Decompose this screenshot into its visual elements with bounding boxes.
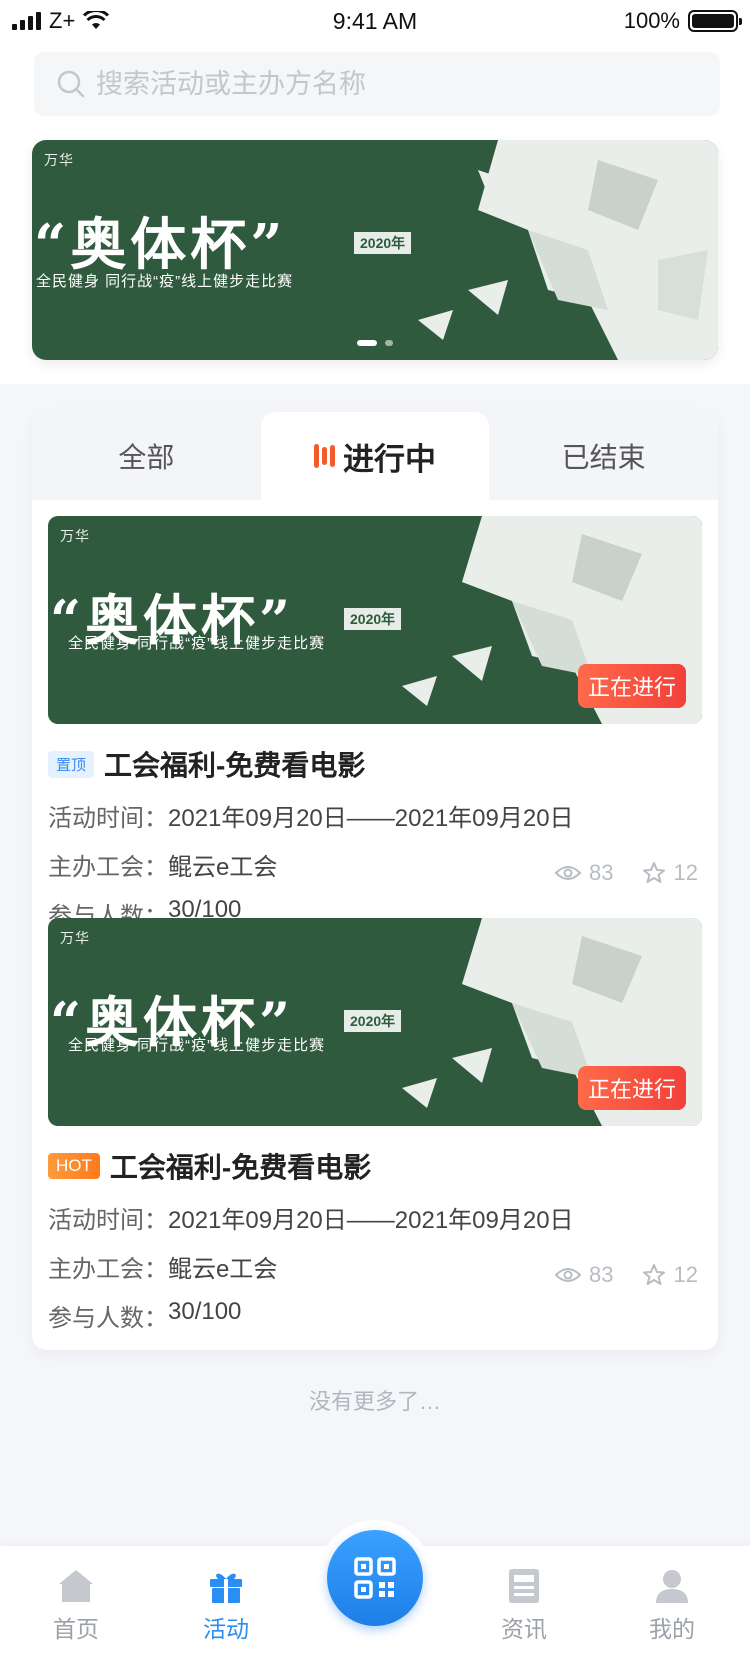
banner-logo: 万华 xyxy=(44,152,74,168)
activity-year: 2020年 xyxy=(344,608,402,630)
battery-percent: 100% xyxy=(623,8,680,33)
views-count: 83 xyxy=(589,1262,614,1287)
activity-time-value: 2021年09月20日——2021年09月20日 xyxy=(168,1207,574,1234)
activity-stats: 83 12 xyxy=(555,1262,698,1288)
activity-subtitle: 全民健身 同行战“疫”线上健步走比赛 xyxy=(68,1037,326,1054)
participants-value: 30/100 xyxy=(168,1298,242,1325)
activity-logo: 万华 xyxy=(60,930,90,946)
carousel-dot[interactable] xyxy=(385,340,393,346)
views-stat: 83 xyxy=(555,1262,614,1288)
filter-tabs: 全部 进行中 已结束 xyxy=(32,412,718,500)
active-tab-marker-icon xyxy=(314,443,335,469)
favorites-count: 12 xyxy=(673,1262,698,1287)
nav-news[interactable]: 资讯 xyxy=(464,1568,584,1644)
favorites-stat[interactable]: 12 xyxy=(642,860,698,886)
scan-button-wrap xyxy=(317,1520,433,1636)
status-badge: 正在进行 xyxy=(577,1066,686,1110)
tab-ended[interactable]: 已结束 xyxy=(489,412,718,500)
tab-all[interactable]: 全部 xyxy=(32,412,261,500)
views-stat: 83 xyxy=(555,860,614,886)
search-bar[interactable] xyxy=(34,52,720,116)
activity-time-row: 活动时间： 2021年09月20日——2021年09月20日 xyxy=(48,798,702,833)
activity-time-value: 2021年09月20日——2021年09月20日 xyxy=(168,805,574,832)
activity-item[interactable]: 万华 “奥体杯” 2020年 全民健身 同行战“疫”线上健步走比赛 正在进行 置… xyxy=(48,516,702,931)
tab-ended-label: 已结束 xyxy=(561,442,646,473)
nav-mine[interactable]: 我的 xyxy=(612,1568,732,1644)
carousel-dots xyxy=(32,340,718,346)
star-icon xyxy=(642,862,665,883)
nav-activity-label: 活动 xyxy=(203,1616,249,1642)
star-icon xyxy=(642,1264,665,1285)
user-icon xyxy=(656,1570,688,1603)
search-icon xyxy=(57,70,85,98)
hot-tag: HOT xyxy=(48,1153,100,1179)
home-icon xyxy=(59,1570,93,1602)
activity-year: 2020年 xyxy=(344,1010,402,1032)
tab-all-label: 全部 xyxy=(118,442,175,473)
activity-stats: 83 12 xyxy=(555,860,698,886)
search-input[interactable] xyxy=(96,68,696,100)
activity-image: 万华 “奥体杯” 2020年 全民健身 同行战“疫”线上健步走比赛 正在进行 xyxy=(48,918,702,1126)
organizer-value: 鲲云e工会 xyxy=(168,854,278,881)
organizer-label: 主办工会： xyxy=(48,854,168,881)
favorites-count: 12 xyxy=(673,860,698,885)
status-badge: 正在进行 xyxy=(577,664,686,708)
scan-button[interactable] xyxy=(327,1530,423,1626)
eye-icon xyxy=(555,866,582,880)
tab-ongoing[interactable]: 进行中 xyxy=(260,412,490,500)
participants-label: 参与人数： xyxy=(48,1305,168,1332)
activity-subtitle: 全民健身 同行战“疫”线上健步走比赛 xyxy=(68,635,326,652)
eye-icon xyxy=(555,1268,582,1282)
activity-time-label: 活动时间： xyxy=(48,1207,168,1234)
activity-title-row: HOT 工会福利-免费看电影 xyxy=(48,1146,702,1186)
qr-code-icon xyxy=(354,1557,396,1599)
crack-graphic xyxy=(418,140,718,360)
activity-item[interactable]: 万华 “奥体杯” 2020年 全民健身 同行战“疫”线上健步走比赛 正在进行 H… xyxy=(48,918,702,1333)
activity-title: 工会福利-免费看电影 xyxy=(109,1152,372,1183)
status-right: 100% xyxy=(623,8,742,34)
nav-news-label: 资讯 xyxy=(501,1616,547,1642)
battery-icon xyxy=(688,10,742,32)
organizer-label: 主办工会： xyxy=(48,1256,168,1283)
banner-year: 2020年 xyxy=(354,232,412,254)
carousel-dot[interactable] xyxy=(357,340,377,346)
organizer-value: 鲲云e工会 xyxy=(168,1256,278,1283)
status-bar: Z+ 9:41 AM 100% xyxy=(0,0,750,44)
banner-image: 万华 “奥体杯” 2020年 全民健身 同行战“疫”线上健步走比赛 xyxy=(32,140,718,360)
activity-image: 万华 “奥体杯” 2020年 全民健身 同行战“疫”线上健步走比赛 正在进行 xyxy=(48,516,702,724)
no-more-text: 没有更多了… xyxy=(308,1389,441,1414)
banner-headline: “奥体杯” xyxy=(34,212,287,278)
news-icon xyxy=(509,1569,539,1603)
activity-title: 工会福利-免费看电影 xyxy=(104,750,366,781)
participants-row: 参与人数： 30/100 xyxy=(48,1298,702,1333)
gift-icon xyxy=(210,1573,242,1603)
activity-logo: 万华 xyxy=(60,528,90,544)
nav-mine-label: 我的 xyxy=(649,1616,695,1642)
banner-subtitle: 全民健身 同行战“疫”线上健步走比赛 xyxy=(36,273,294,290)
favorites-stat[interactable]: 12 xyxy=(642,1262,698,1288)
nav-home-label: 首页 xyxy=(53,1616,99,1642)
activity-time-row: 活动时间： 2021年09月20日——2021年09月20日 xyxy=(48,1200,702,1235)
views-count: 83 xyxy=(589,860,614,885)
tab-ongoing-label: 进行中 xyxy=(343,441,436,477)
activity-time-label: 活动时间： xyxy=(48,805,168,832)
activity-list-card: 全部 进行中 已结束 万华 “奥体杯” 2020年 全民健身 同行战“疫”线上健… xyxy=(32,412,718,1350)
banner-carousel[interactable]: 万华 “奥体杯” 2020年 全民健身 同行战“疫”线上健步走比赛 xyxy=(32,140,718,360)
activity-title-row: 置顶 工会福利-免费看电影 xyxy=(48,744,702,784)
pinned-tag: 置顶 xyxy=(48,750,95,778)
nav-home[interactable]: 首页 xyxy=(16,1568,136,1644)
nav-activity[interactable]: 活动 xyxy=(166,1568,286,1644)
